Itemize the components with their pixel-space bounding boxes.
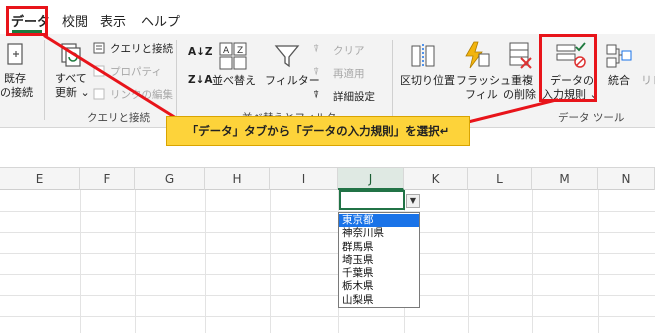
column-header-l[interactable]: L: [468, 168, 532, 190]
advanced-filter-icon[interactable]: ⍒: [313, 89, 319, 102]
remove-duplicates-label-1[interactable]: 重複: [511, 74, 533, 88]
list-item[interactable]: 東京都: [339, 214, 419, 228]
group-separator: [176, 40, 177, 120]
group-separator: [44, 40, 45, 120]
consolidate-button[interactable]: 統合: [608, 74, 630, 88]
flash-fill-icon[interactable]: [462, 40, 490, 70]
highlight-box-data-validation: [539, 34, 597, 102]
column-header-g[interactable]: G: [135, 168, 205, 190]
existing-connections-icon[interactable]: [4, 42, 26, 68]
sort-ascending-icon[interactable]: A↓Z: [188, 46, 213, 58]
tab-view[interactable]: 表示: [100, 11, 126, 30]
refresh-all-label-1[interactable]: すべて: [55, 72, 87, 86]
sort-descending-icon[interactable]: Z↓A: [188, 74, 213, 86]
ribbon-tab-bar: データ 校閲 表示 ヘルプ: [0, 0, 655, 34]
text-to-columns-icon[interactable]: [410, 42, 438, 70]
highlight-box-data-tab: [6, 6, 48, 36]
list-item[interactable]: 栃木県: [339, 280, 419, 293]
active-cell-j[interactable]: [339, 190, 405, 210]
validation-dropdown-list: 東京都 神奈川県 群馬県 埼玉県 千葉県 栃木県 山梨県: [338, 212, 420, 308]
column-header-j[interactable]: J: [338, 168, 404, 190]
grid-line: [0, 211, 655, 212]
column-header-m[interactable]: M: [532, 168, 598, 190]
existing-connections-label-2[interactable]: の接続: [0, 86, 33, 100]
filter-icon[interactable]: [273, 42, 301, 70]
existing-connections-label-1[interactable]: 既存: [4, 72, 26, 86]
remove-duplicates-label-2[interactable]: の削除: [503, 88, 536, 102]
tab-review[interactable]: 校閲: [62, 11, 88, 30]
instruction-callout: 「データ」タブから「データの入力規則」を選択↵: [166, 116, 470, 146]
sort-dialog-icon[interactable]: AZ: [219, 42, 247, 72]
remove-duplicates-icon[interactable]: [507, 40, 535, 70]
list-item[interactable]: 千葉県: [339, 267, 419, 280]
grid-line: [0, 295, 655, 296]
list-item[interactable]: 山梨県: [339, 294, 419, 307]
grid-line: [0, 274, 655, 275]
list-item[interactable]: 神奈川県: [339, 227, 419, 240]
dropdown-arrow-button[interactable]: ▼: [406, 194, 420, 208]
column-header-f[interactable]: F: [80, 168, 135, 190]
group-label-queries: クエリと接続: [87, 112, 150, 124]
column-header-i[interactable]: I: [270, 168, 338, 190]
clear-filter-button: クリア: [333, 45, 365, 57]
relationships-button: リレ: [641, 74, 655, 87]
group-separator: [392, 40, 393, 120]
refresh-all-label-2[interactable]: 更新 ⌄: [55, 86, 90, 100]
column-header-n[interactable]: N: [598, 168, 655, 190]
group-label-data-tools: データ ツール: [558, 112, 625, 124]
flash-fill-label-1[interactable]: フラッシュ: [456, 74, 511, 88]
queries-connections-icon[interactable]: [93, 42, 105, 54]
column-header-h[interactable]: H: [205, 168, 270, 190]
text-to-columns-button[interactable]: 区切り位置: [400, 74, 455, 88]
filter-button[interactable]: フィルター: [265, 74, 320, 88]
reapply-button: 再適用: [333, 68, 365, 80]
tab-help[interactable]: ヘルプ: [141, 11, 180, 30]
svg-text:A: A: [223, 46, 230, 56]
reapply-icon: ⍒: [313, 66, 320, 78]
column-header-e[interactable]: E: [0, 168, 80, 190]
grid-line: [0, 316, 655, 317]
grid-line: [0, 253, 655, 254]
clear-filter-icon: ⍒: [313, 43, 320, 55]
flash-fill-label-2[interactable]: フィル: [465, 88, 498, 102]
queries-connections-button[interactable]: クエリと接続: [110, 41, 173, 56]
consolidate-icon[interactable]: [605, 42, 633, 70]
sort-button[interactable]: 並べ替え: [212, 74, 256, 88]
advanced-filter-button[interactable]: 詳細設定: [333, 89, 375, 104]
properties-button: プロパティ: [110, 66, 162, 78]
list-item[interactable]: 埼玉県: [339, 254, 419, 267]
column-headers: E F G H I J K L M N: [0, 168, 655, 190]
svg-text:Z: Z: [237, 46, 243, 56]
cell-grid[interactable]: [0, 190, 655, 333]
grid-line: [0, 232, 655, 233]
edit-links-icon: [93, 88, 105, 100]
column-header-k[interactable]: K: [404, 168, 468, 190]
list-item[interactable]: 群馬県: [339, 241, 419, 254]
